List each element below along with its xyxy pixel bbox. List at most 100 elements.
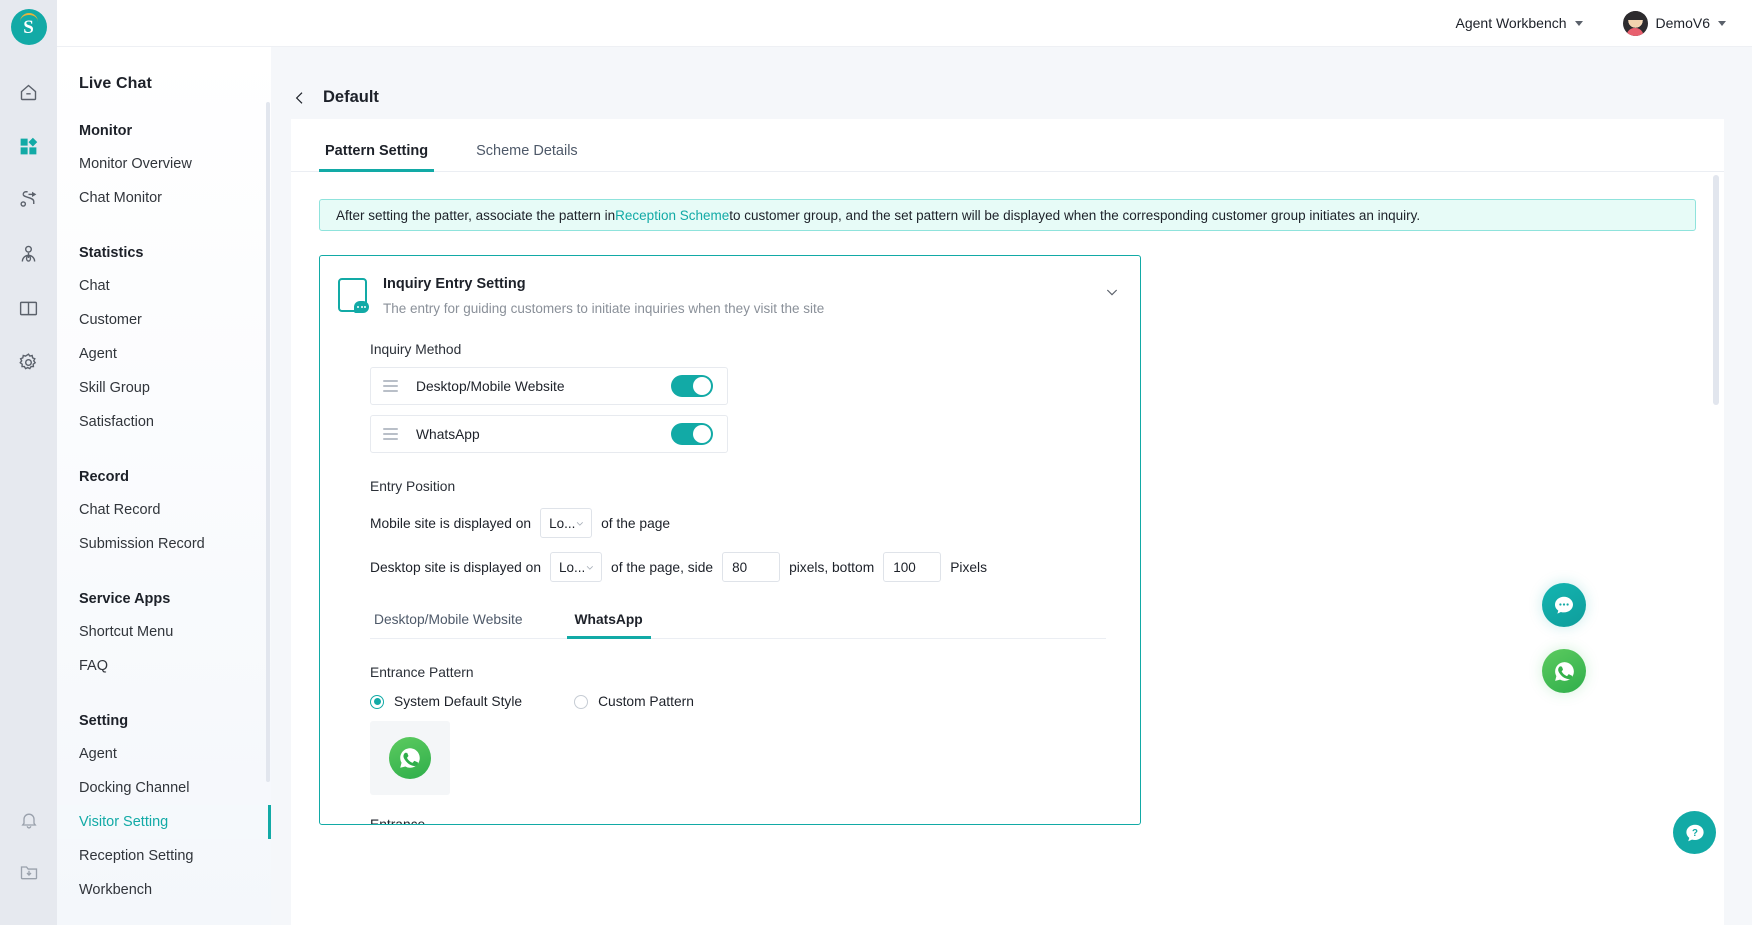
app-logo[interactable]: S [10, 9, 47, 45]
tab-scheme-details[interactable]: Scheme Details [470, 143, 584, 171]
chevron-down-icon[interactable] [1104, 284, 1120, 300]
desktop-position-value: Lo... [559, 559, 586, 575]
method-label: Desktop/Mobile Website [416, 378, 565, 394]
page-title: Default [323, 88, 379, 106]
sidebar-item-customer[interactable]: Customer [57, 303, 271, 337]
desktop-position-prefix: Desktop site is displayed on [370, 559, 542, 575]
knowledge-book-icon[interactable] [9, 291, 49, 325]
sidebar-item-shortcut-menu[interactable]: Shortcut Menu [57, 615, 271, 649]
gear-icon[interactable] [9, 345, 49, 379]
next-section-cut-off: Entrance [370, 817, 426, 825]
nav-group-monitor: Monitor Monitor Overview Chat Monitor [57, 113, 271, 215]
workflow-icon[interactable] [9, 183, 49, 217]
sidebar-item-workbench[interactable]: Workbench [57, 873, 271, 907]
page-header: Default [271, 47, 1752, 119]
entrance-preview-tile[interactable] [370, 721, 450, 795]
apps-grid-icon[interactable] [9, 129, 49, 163]
chevron-down-icon [587, 565, 594, 570]
mobile-position-select[interactable]: Lo... [540, 508, 593, 538]
banner-text-before: After setting the patter, associate the … [336, 207, 616, 223]
sidebar-item-monitor-overview[interactable]: Monitor Overview [57, 147, 271, 181]
icon-rail: S [0, 0, 57, 925]
rail-bottom-icons [9, 803, 49, 925]
logo-arc [19, 13, 38, 22]
user-label: DemoV6 [1655, 15, 1710, 31]
nav-group-label: Statistics [79, 245, 144, 261]
help-fab[interactable]: ? [1673, 811, 1716, 854]
avatar-collar [1626, 27, 1644, 36]
bell-icon[interactable] [9, 803, 49, 837]
sidebar-item-faq[interactable]: FAQ [57, 649, 271, 683]
sidebar-item-agent-stats[interactable]: Agent [57, 337, 271, 371]
main-content: Default Pattern Setting Scheme Details A… [271, 47, 1752, 925]
subtab-whatsapp[interactable]: WhatsApp [566, 612, 651, 639]
nav-group-record: Record Chat Record Submission Record [57, 459, 271, 561]
inquiry-entry-icon [338, 278, 369, 313]
subtab-desktop-mobile-website[interactable]: Desktop/Mobile Website [370, 612, 527, 638]
avatar-hair [1622, 10, 1648, 20]
mobile-position-suffix: of the page [601, 515, 671, 531]
sidebar-item-chat[interactable]: Chat [57, 269, 271, 303]
mobile-position-value: Lo... [549, 515, 576, 531]
panel-scrollbar[interactable] [1713, 175, 1719, 405]
radio-dot-icon [574, 694, 589, 709]
whatsapp-fab[interactable] [1542, 649, 1586, 693]
banner-text-after: to customer group, and the set pattern w… [729, 207, 1421, 223]
top-bar: Agent Workbench DemoV6 [57, 0, 1752, 47]
whatsapp-icon [1554, 661, 1574, 681]
chat-dots-icon [1555, 596, 1573, 614]
sidebar-item-agent[interactable]: Agent [57, 737, 271, 771]
card-subtitle: The entry for guiding customers to initi… [383, 301, 825, 316]
side-pixels-input[interactable] [722, 552, 781, 582]
radio-custom-pattern[interactable]: Custom Pattern [574, 694, 694, 709]
radio-dot-icon [370, 694, 384, 709]
radio-label: System Default Style [394, 694, 523, 709]
whatsapp-icon [389, 737, 431, 779]
channel-subtab-bar: Desktop/Mobile Website WhatsApp [370, 612, 1106, 639]
sidebar-item-submission-record[interactable]: Submission Record [57, 527, 271, 561]
reception-scheme-link[interactable]: Reception Scheme [615, 208, 729, 223]
sidebar-item-satisfaction[interactable]: Satisfaction [57, 405, 271, 439]
inquiry-entry-setting-card: Inquiry Entry Setting The entry for guid… [319, 255, 1141, 825]
nav-group-statistics: Statistics Chat Customer Agent Skill Gro… [57, 235, 271, 439]
chat-bubble-fab[interactable] [1542, 583, 1586, 627]
desktop-position-select[interactable]: Lo... [550, 552, 603, 582]
entrance-pattern-radios: System Default Style Custom Pattern [370, 694, 1122, 709]
inquiry-method-row-website: Desktop/Mobile Website [370, 367, 728, 405]
inquiry-method-row-whatsapp: WhatsApp [370, 415, 728, 453]
sidebar-title: Live Chat [79, 75, 152, 92]
sidebar-scrollbar[interactable] [266, 102, 270, 782]
workspace-switcher[interactable]: Agent Workbench [1456, 15, 1583, 31]
sidebar-item-chat-monitor[interactable]: Chat Monitor [57, 181, 271, 215]
radio-system-default-style[interactable]: System Default Style [370, 694, 522, 709]
home-icon[interactable] [9, 75, 49, 109]
info-banner: After setting the patter, associate the … [319, 199, 1696, 231]
entry-position-label: Entry Position [370, 479, 456, 494]
workspace-label: Agent Workbench [1455, 15, 1567, 31]
rail-icon-list [9, 75, 49, 379]
settings-panel: Pattern Setting Scheme Details After set… [291, 119, 1724, 925]
svg-text:?: ? [1692, 828, 1698, 839]
drag-handle-icon[interactable] [383, 428, 398, 440]
card-header: Inquiry Entry Setting The entry for guid… [320, 256, 1140, 316]
user-menu[interactable]: DemoV6 [1622, 10, 1726, 36]
sidebar-item-visitor-setting[interactable]: Visitor Setting [57, 805, 271, 839]
sidebar-item-skill-group[interactable]: Skill Group [57, 371, 271, 405]
nav-group-label: Record [79, 469, 129, 485]
toggle-website[interactable] [671, 375, 713, 397]
tab-pattern-setting[interactable]: Pattern Setting [319, 143, 435, 172]
download-folder-icon[interactable] [9, 855, 49, 889]
chevron-left-icon[interactable] [291, 89, 309, 107]
question-bubble-icon: ? [1685, 824, 1704, 841]
sidebar-item-docking-channel[interactable]: Docking Channel [57, 771, 271, 805]
bottom-pixels-input[interactable] [883, 552, 942, 582]
sidebar-item-reception-setting[interactable]: Reception Setting [57, 839, 271, 873]
card-body: Inquiry Method Desktop/Mobile Website Wh… [320, 342, 1140, 825]
visitor-insight-icon[interactable] [9, 237, 49, 271]
drag-handle-icon[interactable] [383, 380, 398, 392]
nav-group-label: Setting [79, 713, 129, 729]
nav-group-service-apps: Service Apps Shortcut Menu FAQ [57, 581, 271, 683]
toggle-whatsapp[interactable] [671, 423, 713, 445]
sidebar-item-chat-record[interactable]: Chat Record [57, 493, 271, 527]
tab-bar: Pattern Setting Scheme Details [291, 119, 1724, 172]
